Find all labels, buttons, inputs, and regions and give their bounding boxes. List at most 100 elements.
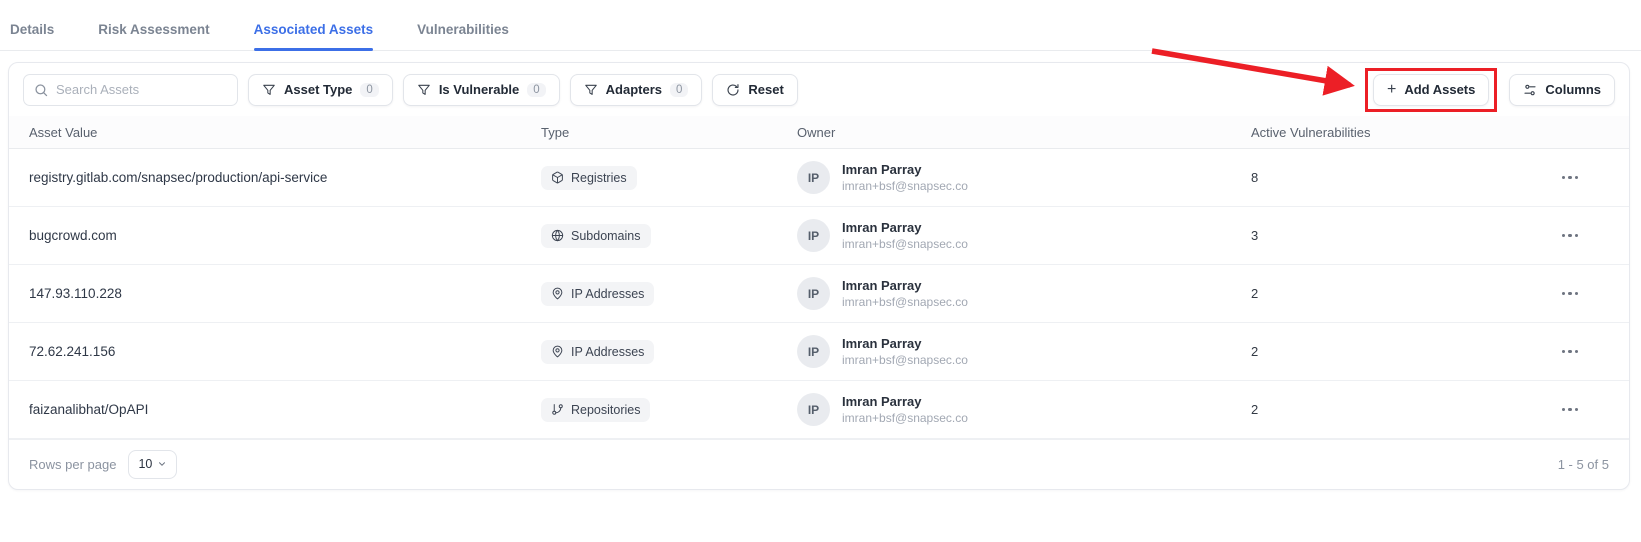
row-actions-button[interactable] — [1556, 170, 1584, 185]
type-label: Repositories — [571, 402, 641, 417]
funnel-icon — [584, 84, 597, 95]
type-label: Subdomains — [571, 228, 641, 243]
package-icon — [552, 171, 563, 184]
assets-panel: Asset Type 0 Is Vulnerable 0 Adapters 0 … — [8, 62, 1630, 490]
avatar: IP — [797, 161, 830, 194]
active-vulnerabilities-count: 2 — [1251, 402, 1259, 417]
type-badge: Registries — [541, 165, 637, 190]
plus-icon: + — [1386, 80, 1397, 98]
add-assets-label: Add Assets — [1404, 82, 1476, 97]
type-label: IP Addresses — [571, 286, 645, 301]
rows-per-page-label: Rows per page — [29, 456, 117, 472]
tab-risk-assessment[interactable]: Risk Assessment — [98, 22, 209, 50]
columns-button[interactable]: Columns — [1509, 73, 1615, 106]
pagination-range: 1 - 5 of 5 — [1557, 456, 1609, 472]
table-row[interactable]: registry.gitlab.com/snapsec/production/a… — [9, 149, 1629, 207]
filter-count: 0 — [670, 82, 689, 97]
owner-email: imran+bsf@snapsec.co — [842, 237, 968, 251]
map-pin-icon — [552, 345, 563, 358]
search-icon — [35, 83, 48, 96]
owner-email: imran+bsf@snapsec.co — [842, 411, 968, 425]
filter-is-vulnerable-button[interactable]: Is Vulnerable 0 — [402, 73, 560, 106]
filter-label: Asset Type — [284, 82, 353, 97]
reset-filters-button[interactable]: Reset — [712, 73, 798, 106]
owner-email: imran+bsf@snapsec.co — [842, 353, 968, 367]
tab-bar: Details Risk Assessment Associated Asset… — [0, 0, 1641, 51]
funnel-icon — [263, 84, 275, 95]
column-header-type: Type — [541, 124, 570, 140]
funnel-icon — [418, 84, 430, 95]
active-vulnerabilities-count: 2 — [1251, 286, 1259, 301]
active-vulnerabilities-count: 3 — [1251, 228, 1259, 243]
table-row[interactable]: 147.93.110.228 IP Addresses IP Imran Par… — [9, 265, 1629, 323]
reset-label: Reset — [748, 82, 784, 97]
owner-name: Imran Parray — [842, 394, 922, 409]
filter-label: Adapters — [605, 82, 663, 97]
page-size-select[interactable]: 10 — [128, 449, 178, 479]
pagination-bar: Rows per page 10 1 - 5 of 5 — [9, 439, 1629, 488]
owner-name: Imran Parray — [842, 220, 922, 235]
tab-details[interactable]: Details — [10, 22, 54, 50]
page-size-value: 10 — [138, 457, 153, 471]
row-actions-button[interactable] — [1556, 286, 1584, 301]
toolbar-right-group: + Add Assets Columns — [1364, 67, 1615, 112]
owner-cell: IP Imran Parray imran+bsf@snapsec.co — [797, 335, 1251, 368]
avatar: IP — [797, 335, 830, 368]
filter-asset-type-button[interactable]: Asset Type 0 — [248, 73, 393, 106]
column-header-asset-value: Asset Value — [29, 124, 98, 140]
columns-label: Columns — [1545, 82, 1601, 97]
owner-cell: IP Imran Parray imran+bsf@snapsec.co — [797, 219, 1251, 252]
git-branch-icon — [552, 404, 563, 415]
filter-adapters-button[interactable]: Adapters 0 — [569, 73, 703, 106]
owner-email: imran+bsf@snapsec.co — [842, 295, 968, 309]
chevron-down-icon — [159, 462, 166, 466]
avatar: IP — [797, 277, 830, 310]
type-badge: IP Addresses — [541, 339, 655, 364]
asset-value: bugcrowd.com — [29, 228, 117, 243]
type-badge: IP Addresses — [541, 281, 655, 306]
reset-icon — [727, 83, 739, 96]
owner-cell: IP Imran Parray imran+bsf@snapsec.co — [797, 393, 1251, 426]
avatar: IP — [797, 219, 830, 252]
asset-value: 72.62.241.156 — [29, 344, 116, 359]
type-label: IP Addresses — [571, 344, 645, 359]
associated-assets-page: Details Risk Assessment Associated Asset… — [0, 0, 1641, 542]
type-badge: Repositories — [541, 397, 651, 422]
asset-value: 147.93.110.228 — [29, 286, 122, 301]
assets-toolbar: Asset Type 0 Is Vulnerable 0 Adapters 0 … — [9, 63, 1629, 116]
filter-label: Is Vulnerable — [438, 82, 520, 97]
row-actions-button[interactable] — [1556, 402, 1584, 417]
search-input[interactable] — [56, 82, 227, 97]
table-row[interactable]: bugcrowd.com Subdomains IP Imran Parray … — [9, 207, 1629, 265]
columns-settings-icon — [1524, 84, 1536, 95]
avatar: IP — [797, 393, 830, 426]
globe-icon — [551, 229, 564, 242]
table-row[interactable]: 72.62.241.156 IP Addresses IP Imran Parr… — [9, 323, 1629, 381]
add-assets-button[interactable]: + Add Assets — [1372, 73, 1490, 106]
row-actions-button[interactable] — [1556, 344, 1584, 359]
asset-value: faizanalibhat/OpAPI — [29, 402, 149, 417]
tab-associated-assets[interactable]: Associated Assets — [253, 22, 373, 51]
search-assets-box[interactable] — [23, 73, 238, 106]
map-pin-icon — [552, 287, 563, 300]
asset-value: registry.gitlab.com/snapsec/production/a… — [29, 170, 328, 185]
column-header-owner: Owner — [797, 124, 836, 140]
row-actions-button[interactable] — [1556, 228, 1584, 243]
active-vulnerabilities-count: 8 — [1251, 170, 1259, 185]
filter-count: 0 — [527, 82, 546, 97]
table-header-row: Asset Value Type Owner Active Vulnerabil… — [9, 116, 1629, 149]
owner-email: imran+bsf@snapsec.co — [842, 179, 968, 193]
column-header-active-vulnerabilities: Active Vulnerabilities — [1251, 124, 1371, 140]
filter-count: 0 — [360, 82, 379, 97]
owner-cell: IP Imran Parray imran+bsf@snapsec.co — [797, 161, 1251, 194]
add-assets-highlight-wrap: + Add Assets — [1364, 67, 1498, 112]
owner-name: Imran Parray — [842, 162, 922, 177]
tab-vulnerabilities[interactable]: Vulnerabilities — [417, 22, 509, 50]
type-badge: Subdomains — [541, 223, 651, 248]
active-vulnerabilities-count: 2 — [1251, 344, 1259, 359]
owner-name: Imran Parray — [842, 278, 922, 293]
table-row[interactable]: faizanalibhat/OpAPI Repositories IP Imra… — [9, 381, 1629, 439]
type-label: Registries — [571, 170, 627, 185]
owner-name: Imran Parray — [842, 336, 922, 351]
owner-cell: IP Imran Parray imran+bsf@snapsec.co — [797, 277, 1251, 310]
